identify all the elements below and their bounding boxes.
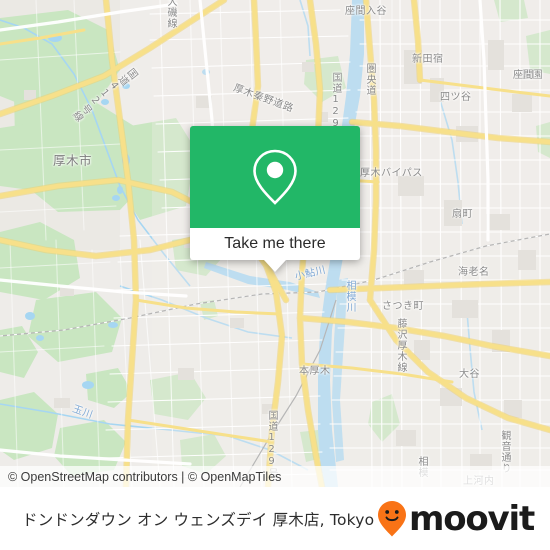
moovit-pin-smiley-icon <box>377 500 406 536</box>
take-me-there-button[interactable]: Take me there <box>190 228 360 260</box>
moovit-logo[interactable]: moovit <box>377 500 538 538</box>
location-popup-card[interactable]: Take me there <box>190 126 360 272</box>
moovit-map-share-page: .bld { fill:#e4e1dc; } .blkA { fill:#f1e… <box>0 0 550 550</box>
map-attribution-bar: © OpenStreetMap contributors | © OpenMap… <box>0 466 550 487</box>
moovit-wordmark: moovit <box>408 498 535 539</box>
popup-pointer <box>264 260 286 272</box>
map-pin-icon <box>253 149 297 205</box>
popup-header <box>190 126 360 228</box>
footer-bar: ドンドンダウン オン ウェンズデイ 厚木店, Tokyo moovit <box>0 487 550 550</box>
place-title: ドンドンダウン オン ウェンズデイ 厚木店, Tokyo <box>22 510 375 529</box>
attribution-text: © OpenStreetMap contributors | © OpenMap… <box>8 469 282 484</box>
take-me-there-label: Take me there <box>224 235 326 252</box>
